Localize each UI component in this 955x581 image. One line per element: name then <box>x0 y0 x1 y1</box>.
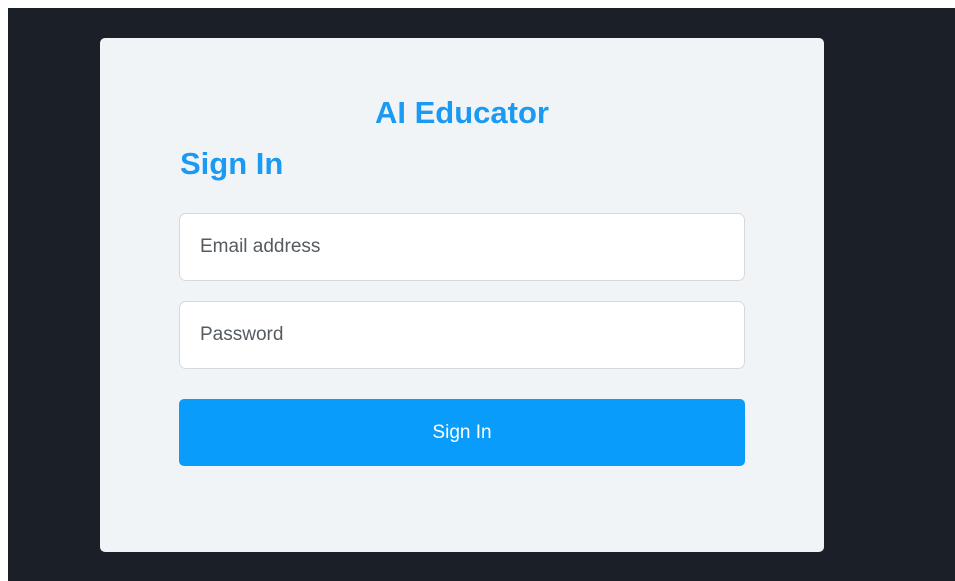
password-field[interactable] <box>179 301 745 369</box>
app-title: AI Educator <box>375 95 549 130</box>
email-field[interactable] <box>179 213 745 281</box>
sign-in-card: AI Educator Sign In Sign In <box>100 38 824 552</box>
sign-in-button[interactable]: Sign In <box>179 399 745 466</box>
form-heading: Sign In <box>180 146 284 181</box>
